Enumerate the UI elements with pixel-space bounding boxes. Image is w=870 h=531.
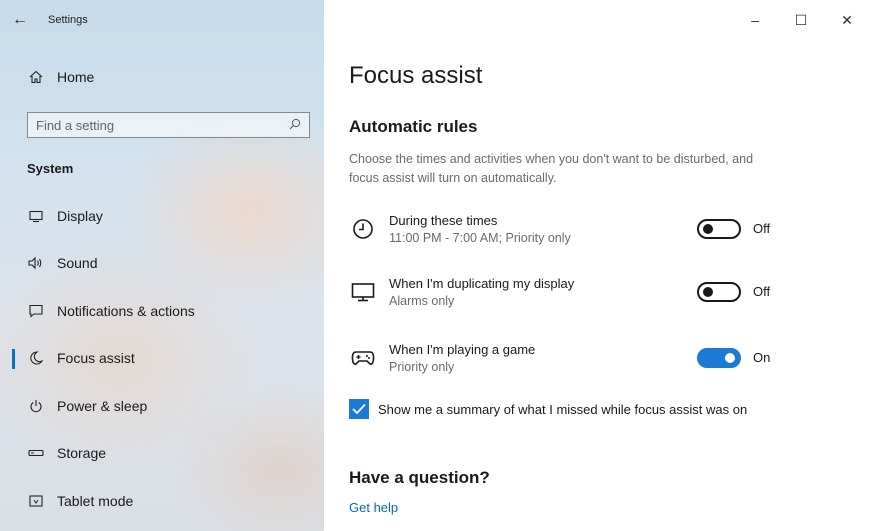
toggle-state: Off [753, 221, 771, 236]
checkmark-icon [352, 403, 366, 415]
close-icon: ✕ [841, 11, 853, 28]
sidebar-item-focus-assist[interactable]: Focus assist [0, 335, 324, 383]
page-title: Focus assist [349, 62, 483, 89]
sidebar-item-tablet-mode[interactable]: Tablet mode [0, 477, 324, 525]
sidebar-nav: Display Sound Notifications & actions Fo… [0, 192, 324, 525]
question-heading: Have a question? [349, 468, 490, 487]
section-title: System [27, 161, 74, 176]
rule-toggle[interactable] [697, 282, 741, 302]
maximize-button[interactable]: ☐ [778, 0, 824, 40]
toggle-knob [725, 353, 735, 363]
sidebar: ← Settings Home System Display Sound [0, 0, 324, 531]
minimize-button[interactable]: – [732, 0, 778, 40]
back-button[interactable]: ← [0, 0, 40, 40]
rule-name: During these times [389, 213, 498, 228]
summary-checkbox-label: Show me a summary of what I missed while… [378, 401, 748, 417]
tablet-icon [27, 492, 45, 510]
app-title: Settings [48, 14, 88, 26]
back-arrow-icon: ← [12, 11, 28, 28]
power-icon [27, 397, 45, 415]
rule-duplicating-display: When I'm duplicating my display Alarms o… [349, 276, 849, 316]
sidebar-item-label: Tablet mode [57, 492, 134, 509]
rule-detail[interactable]: Priority only [389, 360, 454, 374]
moon-icon [27, 349, 45, 367]
search-input[interactable] [36, 117, 289, 133]
toggle-knob [703, 224, 713, 234]
rule-during-these-times: During these times 11:00 PM - 7:00 AM; P… [349, 213, 849, 253]
rule-toggle[interactable] [697, 348, 741, 368]
sidebar-item-label: Home [57, 69, 95, 85]
home-icon [27, 70, 45, 84]
sidebar-item-sound[interactable]: Sound [0, 240, 324, 288]
rule-detail[interactable]: Alarms only [389, 294, 454, 308]
close-button[interactable]: ✕ [824, 0, 870, 40]
rule-name: When I'm playing a game [389, 342, 536, 357]
rule-name: When I'm duplicating my display [389, 276, 575, 291]
sidebar-item-display[interactable]: Display [0, 192, 324, 240]
toggle-state: On [753, 350, 771, 365]
window-controls: – ☐ ✕ [732, 0, 870, 40]
sidebar-item-label: Notifications & actions [57, 302, 195, 319]
sidebar-item-label: Focus assist [57, 350, 135, 367]
search-box[interactable] [27, 112, 310, 138]
sidebar-item-notifications[interactable]: Notifications & actions [0, 287, 324, 335]
clock-icon [349, 217, 377, 241]
toggle-knob [703, 287, 713, 297]
sidebar-item-label: Power & sleep [57, 397, 148, 414]
sound-icon [27, 254, 45, 272]
rule-detail[interactable]: 11:00 PM - 7:00 AM; Priority only [389, 231, 571, 245]
sidebar-item-label: Sound [57, 255, 98, 272]
maximize-icon: ☐ [794, 11, 808, 28]
get-help-link[interactable]: Get help [349, 500, 398, 515]
storage-icon [27, 444, 45, 462]
notifications-icon [27, 302, 45, 320]
sidebar-item-label: Display [57, 207, 103, 224]
toggle-state: Off [753, 284, 771, 299]
section-heading: Automatic rules [349, 117, 478, 136]
sidebar-item-label: Storage [57, 445, 107, 462]
main-content: – ☐ ✕ Focus assist Automatic rules Choos… [324, 0, 870, 531]
description-text: Choose the times and activities when you… [349, 152, 754, 185]
search-icon[interactable] [289, 118, 301, 133]
summary-checkbox-row[interactable]: Show me a summary of what I missed while… [349, 399, 747, 419]
sidebar-item-storage[interactable]: Storage [0, 430, 324, 478]
titlebar-left: ← Settings [0, 0, 324, 40]
display-icon [27, 207, 45, 225]
summary-checkbox[interactable] [349, 399, 369, 419]
sidebar-item-power-sleep[interactable]: Power & sleep [0, 382, 324, 430]
minimize-icon: – [751, 12, 759, 28]
rule-playing-game: When I'm playing a game Priority only On [349, 342, 849, 382]
monitor-icon [349, 280, 377, 304]
sidebar-item-home[interactable]: Home [0, 62, 324, 92]
gamepad-icon [349, 346, 377, 370]
rule-toggle[interactable] [697, 219, 741, 239]
